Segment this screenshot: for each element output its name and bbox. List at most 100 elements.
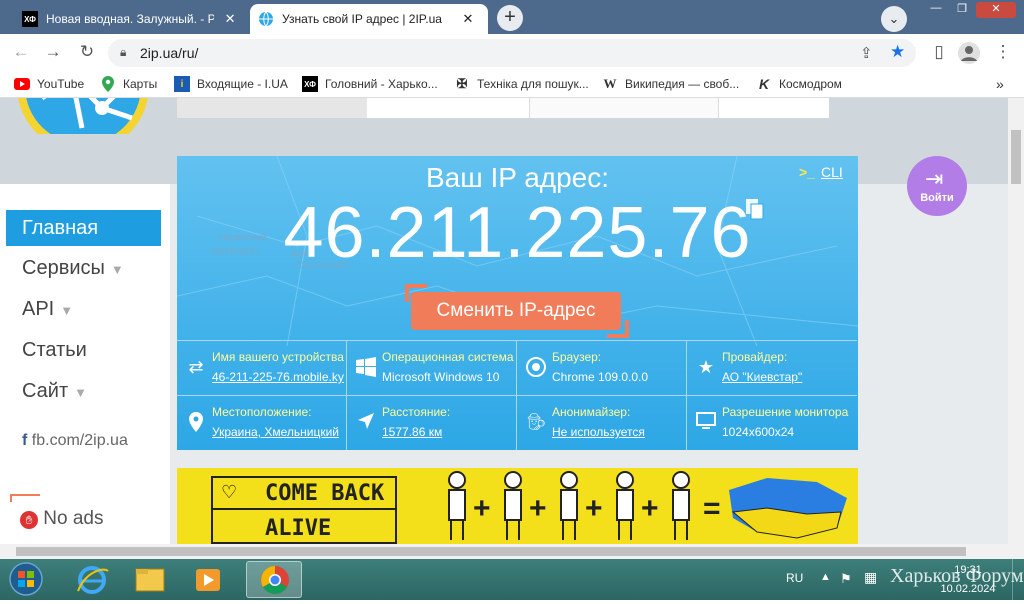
scrollbar-thumb[interactable] <box>16 547 966 556</box>
close-icon[interactable]: ✕ <box>460 11 476 27</box>
menu-kebab-icon[interactable]: ⋮ <box>992 42 1014 64</box>
sidebar-item-label: API <box>22 298 55 320</box>
noads-link[interactable]: ✋︎ No ads <box>20 508 103 530</box>
reload-icon[interactable]: ↻ <box>76 42 98 64</box>
ip-label: Ваш IP адрес: <box>425 162 610 193</box>
restore-icon[interactable]: ❐ <box>950 2 974 18</box>
bookmark-star-icon[interactable]: ★ <box>890 42 905 62</box>
info-value[interactable]: АО "Киевстар" <box>722 370 854 384</box>
tab-2ip[interactable]: Узнать свой IP адрес | 2IP.ua ✕ <box>250 4 488 34</box>
info-value: Chrome 109.0.0.0 <box>552 370 649 384</box>
language-indicator[interactable]: RU <box>786 571 803 585</box>
anonymizer-icon: 🕵︎ <box>525 414 547 431</box>
info-label: Браузер: <box>552 350 602 364</box>
page-viewport: Главная Сервисы ▼ API ▼ Статьи Сайт ▼ f fb.… <box>0 98 1008 544</box>
hf-icon: ХФ <box>302 76 318 92</box>
window-close-icon[interactable]: ✕ <box>976 2 1016 18</box>
tab-search-chevron-icon[interactable]: ⌄ <box>881 6 907 32</box>
bookmark-hf[interactable]: ХФ Головний - Харько... <box>302 76 438 92</box>
navigation-arrow-icon <box>355 412 377 434</box>
tab-title: Узнать свой IP адрес | 2IP.ua <box>282 12 442 26</box>
side-panel-icon[interactable]: ▯ <box>928 42 950 64</box>
iua-icon: i <box>174 76 190 92</box>
terminal-prompt-icon: >_ <box>799 164 815 180</box>
sidebar-item-articles[interactable]: Статьи <box>6 332 161 368</box>
bookmark-label: Википедия — своб... <box>625 77 740 91</box>
maps-icon <box>100 76 116 92</box>
login-button[interactable]: ⇥ Войти <box>907 156 967 216</box>
scrollbar-thumb[interactable] <box>1011 130 1021 184</box>
taskbar-ie-icon[interactable] <box>64 561 120 598</box>
taskbar-media-player-icon[interactable] <box>180 561 236 598</box>
cli-link[interactable]: >_ CLI <box>799 164 843 180</box>
share-icon[interactable]: ⇪ <box>860 44 873 62</box>
info-device-name: ⇄ Имя вашего устройства 46-211-225-76.mo… <box>177 340 347 394</box>
tab-title: Новая вводная. Залужный. - Ра <box>46 12 215 26</box>
tab-strip: ХФ Новая вводная. Залужный. - Ра ✕ Узнат… <box>0 0 1024 34</box>
login-arrow-icon: ⇥ <box>925 166 944 191</box>
forward-icon[interactable]: → <box>42 42 64 64</box>
sidebar-item-api[interactable]: API ▼ <box>6 291 161 327</box>
show-desktop-button[interactable] <box>1012 559 1024 600</box>
info-label: Расстояние: <box>382 405 451 419</box>
back-icon[interactable]: ← <box>10 42 32 64</box>
bookmarks-bar: YouTube Карты i Входящие - I.UA ХФ Голов… <box>0 70 1024 98</box>
sidebar-item-services[interactable]: Сервисы ▼ <box>6 250 161 286</box>
info-label: Операционная система <box>382 350 514 364</box>
sidebar-item-label: Сервисы <box>22 257 105 279</box>
heart-icon: ♡ <box>221 482 238 502</box>
bookmark-label: Техніка для пошук... <box>477 77 589 91</box>
hf-favicon-icon: ХФ <box>22 11 38 27</box>
info-value[interactable]: Не используется <box>552 425 684 439</box>
bookmark-technika[interactable]: ✠ Техніка для пошук... <box>454 76 589 92</box>
network-icon[interactable]: ▦ <box>864 569 877 586</box>
lock-icon[interactable]: 🔒︎ <box>120 45 126 60</box>
cba-line1: COME BACK <box>265 481 385 506</box>
ad-banner[interactable] <box>177 98 829 118</box>
bookmark-iua[interactable]: i Входящие - I.UA <box>174 76 288 92</box>
bookmark-maps[interactable]: Карты <box>100 76 157 92</box>
url-text[interactable]: 2ip.ua/ru/ <box>140 45 198 61</box>
info-label: Местоположение: <box>212 405 312 419</box>
tab-news[interactable]: ХФ Новая вводная. Залужный. - Ра ✕ <box>14 4 246 34</box>
login-label: Войти <box>920 192 954 204</box>
info-value: 1024x600x24 <box>722 425 795 439</box>
sidebar-item-site[interactable]: Сайт ▼ <box>6 373 161 409</box>
bookmark-kosmodrom[interactable]: K Космодром <box>756 76 842 92</box>
sidebar-item-main[interactable]: Главная <box>6 210 161 246</box>
profile-avatar-icon[interactable] <box>958 42 980 64</box>
noads-corner <box>10 494 40 502</box>
facebook-link[interactable]: f fb.com/2ip.ua <box>22 432 128 450</box>
tray-expand-icon[interactable]: ▲ <box>820 571 831 583</box>
banner-image <box>177 98 367 118</box>
horizontal-scrollbar[interactable] <box>0 544 1024 559</box>
windows-taskbar: RU ▲ ⚑ ▦ 19:31 10.02.2024 Харьков Форум <box>0 559 1024 600</box>
address-bar[interactable]: 🔒︎ 2ip.ua/ru/ ⇪ ★ <box>108 39 916 67</box>
cross-icon: ✠ <box>456 76 468 91</box>
change-ip-button[interactable]: Сменить IP-адрес <box>411 292 621 330</box>
taskbar-chrome-icon[interactable] <box>246 561 302 598</box>
info-value[interactable]: 1577.86 км <box>382 425 514 439</box>
bookmark-youtube[interactable]: YouTube <box>14 76 84 92</box>
action-center-icon[interactable]: ⚑ <box>840 571 852 587</box>
start-button[interactable] <box>6 561 46 598</box>
info-value[interactable]: 46-211-225-76.mobile.kyivstar.net <box>212 370 344 384</box>
copy-icon[interactable] <box>745 198 765 220</box>
bookmarks-overflow-icon[interactable]: » <box>996 76 1004 92</box>
minimize-icon[interactable]: — <box>924 2 948 18</box>
bookmark-wikipedia[interactable]: W Википедия — своб... <box>602 76 740 92</box>
taskbar-explorer-icon[interactable] <box>122 561 178 598</box>
youtube-icon <box>14 76 30 92</box>
sidebar-item-label: Сайт <box>22 380 69 402</box>
vertical-scrollbar[interactable] <box>1008 98 1024 544</box>
stop-hand-icon: ✋︎ <box>20 511 38 529</box>
sidebar-item-label: Главная <box>22 217 99 239</box>
site-logo[interactable] <box>12 98 154 134</box>
come-back-alive-banner[interactable]: ♡ COME BACK ALIVE + + + + = <box>177 468 858 544</box>
svg-text:+: + <box>529 492 547 525</box>
svg-text:=: = <box>703 492 721 525</box>
info-value[interactable]: Украина, Хмельницкий <box>212 425 344 439</box>
new-tab-button[interactable]: + <box>497 5 523 31</box>
close-icon[interactable]: ✕ <box>222 11 238 27</box>
globe-icon <box>258 11 274 27</box>
